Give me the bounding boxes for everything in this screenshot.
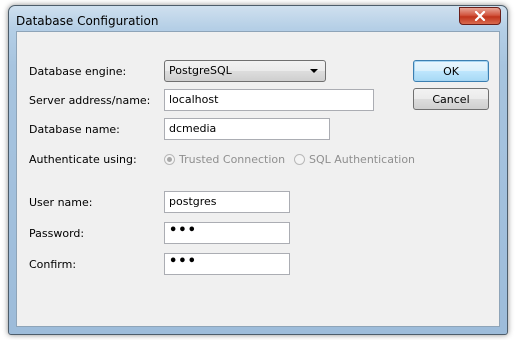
window-title: Database Configuration [16, 14, 159, 28]
cancel-button[interactable]: Cancel [413, 88, 489, 110]
radio-dot [294, 154, 305, 165]
radio-sql-authentication[interactable]: SQL Authentication [294, 153, 415, 166]
chevron-down-icon [310, 69, 318, 73]
confirm-input[interactable]: ••• [164, 253, 290, 275]
password-input[interactable]: ••• [164, 222, 290, 244]
radio-trusted-label: Trusted Connection [179, 153, 286, 166]
engine-select[interactable]: PostgreSQL [164, 60, 326, 82]
server-input[interactable]: localhost [164, 89, 374, 111]
dbname-label: Database name: [29, 123, 120, 136]
dbname-input[interactable]: dcmedia [164, 118, 330, 140]
confirm-label: Confirm: [29, 258, 77, 271]
username-label: User name: [29, 196, 93, 209]
username-input[interactable]: postgres [164, 191, 290, 213]
ok-button[interactable]: OK [413, 60, 489, 82]
close-icon [474, 11, 486, 21]
radio-dot-selected [164, 154, 175, 165]
password-label: Password: [29, 227, 85, 240]
close-button[interactable] [459, 7, 501, 25]
auth-label: Authenticate using: [29, 153, 137, 166]
dialog-client-area: Database engine: PostgreSQL Server addre… [16, 31, 500, 327]
engine-label: Database engine: [29, 65, 127, 78]
radio-sql-label: SQL Authentication [309, 153, 416, 166]
server-label: Server address/name: [29, 94, 151, 107]
radio-trusted-connection[interactable]: Trusted Connection [164, 153, 285, 166]
engine-select-value: PostgreSQL [169, 64, 232, 77]
dialog-window: Database Configuration Database engine: … [8, 5, 508, 335]
